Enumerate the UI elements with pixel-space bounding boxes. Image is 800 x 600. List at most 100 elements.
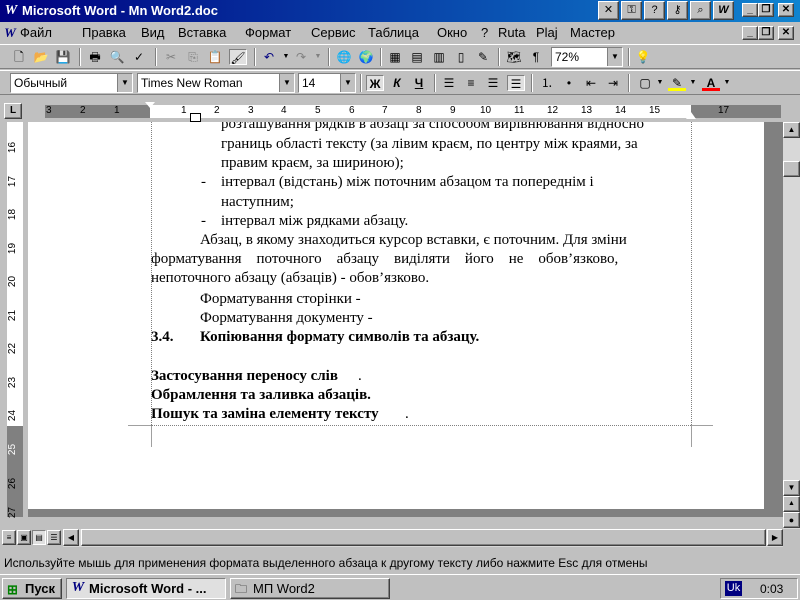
menu-tools[interactable]: Сервис bbox=[311, 25, 356, 40]
print-icon[interactable]: 🖶 bbox=[86, 49, 104, 65]
select-browse-object-icon[interactable]: ● bbox=[783, 512, 800, 528]
numbering-icon[interactable]: ⒈ bbox=[538, 75, 556, 91]
web-layout-icon[interactable]: ▣ bbox=[17, 530, 31, 545]
scroll-down-icon[interactable]: ▼ bbox=[783, 480, 800, 496]
document-page[interactable]: розташування рядків в абзаці за способом… bbox=[28, 122, 764, 509]
new-document-icon[interactable]: 🗋 bbox=[10, 49, 28, 65]
normal-view-icon[interactable]: ≡ bbox=[2, 530, 16, 545]
document-icon[interactable]: W bbox=[2, 25, 18, 41]
insert-excel-icon[interactable]: ▥ bbox=[430, 49, 448, 65]
scroll-left-icon[interactable]: ◀ bbox=[63, 529, 79, 546]
hscroll-thumb[interactable] bbox=[81, 529, 766, 546]
doc-minimize-button[interactable]: _ bbox=[742, 26, 758, 40]
menu-file[interactable]: Файл bbox=[20, 25, 52, 40]
word-icon[interactable]: W bbox=[3, 3, 19, 19]
italic-button[interactable]: К bbox=[388, 75, 406, 91]
chevron-down-icon[interactable]: ▼ bbox=[279, 74, 294, 92]
restore-button[interactable]: ❐ bbox=[758, 3, 774, 17]
close-button[interactable]: ✕ bbox=[778, 3, 794, 17]
align-center-icon[interactable]: ≡ bbox=[462, 75, 480, 91]
justify-icon[interactable]: ☰ bbox=[507, 75, 525, 91]
align-left-icon[interactable]: ☰ bbox=[440, 75, 458, 91]
clock[interactable]: 0:03 bbox=[760, 582, 783, 596]
ruler-label: 10 bbox=[480, 105, 492, 116]
save-icon[interactable]: 💾 bbox=[54, 49, 72, 65]
format-painter-icon[interactable]: 🖌 bbox=[229, 49, 247, 65]
title-bar[interactable]: W Microsoft Word - Mn Word2.doc ✕ ⚿ ? ⚷ … bbox=[0, 0, 800, 22]
document-map-icon[interactable]: 🗺 bbox=[505, 49, 523, 65]
vertical-ruler[interactable]: 16 17 18 19 20 21 22 23 24 25 26 27 bbox=[0, 122, 28, 518]
open-folder-icon[interactable]: 📂 bbox=[32, 49, 50, 65]
spelling-icon[interactable]: ✓ bbox=[130, 49, 148, 65]
copy-icon[interactable]: ⎘ bbox=[184, 49, 202, 65]
tables-borders-icon[interactable]: ▦ bbox=[386, 49, 404, 65]
font-size-select[interactable]: 14 ▼ bbox=[298, 73, 356, 93]
office-assistant-icon[interactable]: 💡 bbox=[634, 49, 652, 65]
office-icon-help[interactable]: ? bbox=[644, 1, 665, 20]
paste-icon[interactable]: 📋 bbox=[206, 49, 224, 65]
menu-plaj[interactable]: Plaj bbox=[536, 25, 558, 40]
font-color-dropdown-icon[interactable]: ▼ bbox=[718, 75, 736, 91]
tab-selector-icon[interactable]: L bbox=[4, 103, 22, 119]
first-line-indent-marker[interactable] bbox=[145, 102, 155, 108]
borders-dropdown-icon[interactable]: ▼ bbox=[651, 75, 669, 91]
minimize-button[interactable]: _ bbox=[742, 3, 758, 17]
font-select[interactable]: Times New Roman ▼ bbox=[137, 73, 295, 93]
web-toolbar-icon[interactable]: 🌍 bbox=[357, 49, 375, 65]
menu-ruta[interactable]: Ruta bbox=[498, 25, 525, 40]
menu-help[interactable]: ? bbox=[481, 25, 488, 40]
menu-table[interactable]: Таблица bbox=[368, 25, 419, 40]
bold-button[interactable]: Ж bbox=[366, 75, 384, 91]
hyperlink-icon[interactable]: 🌐 bbox=[335, 49, 353, 65]
office-icon-find[interactable]: ⌕ bbox=[690, 1, 711, 20]
show-hide-icon[interactable]: ¶ bbox=[527, 49, 545, 65]
document-area[interactable]: розташування рядків в абзаці за способом… bbox=[28, 122, 783, 517]
bullets-icon[interactable]: • bbox=[560, 75, 578, 91]
menu-window[interactable]: Окно bbox=[437, 25, 467, 40]
task-folder[interactable]: 🗀 МП Word2 bbox=[230, 578, 390, 599]
horizontal-ruler[interactable]: L 3 2 1 1 2 3 4 5 6 7 8 9 10 11 12 13 14… bbox=[0, 100, 800, 122]
doc-restore-button[interactable]: ❐ bbox=[758, 26, 774, 40]
undo-icon[interactable]: ↶ bbox=[260, 49, 278, 65]
chevron-down-icon[interactable]: ▼ bbox=[607, 48, 622, 66]
office-icon-key[interactable]: ⚷ bbox=[667, 1, 688, 20]
right-indent-marker[interactable] bbox=[686, 112, 696, 119]
chevron-down-icon[interactable]: ▼ bbox=[117, 74, 132, 92]
redo-dropdown-icon[interactable]: ▼ bbox=[309, 49, 327, 65]
menu-insert[interactable]: Вставка bbox=[178, 25, 226, 40]
office-icon-access[interactable]: ⚿ bbox=[621, 1, 642, 20]
task-word[interactable]: W Microsoft Word - ... bbox=[66, 578, 226, 599]
scrollbar-thumb[interactable] bbox=[783, 161, 800, 177]
drawing-icon[interactable]: ✎ bbox=[474, 49, 492, 65]
outline-view-icon[interactable]: ☰ bbox=[47, 530, 61, 545]
menu-edit[interactable]: Правка bbox=[82, 25, 126, 40]
vertical-scrollbar[interactable]: ▲ ▼ ▲ ● bbox=[783, 122, 800, 529]
office-icon-x[interactable]: ✕ bbox=[598, 1, 619, 20]
doc-close-button[interactable]: ✕ bbox=[778, 26, 794, 40]
chevron-down-icon[interactable]: ▼ bbox=[340, 74, 355, 92]
language-indicator[interactable]: Uk bbox=[725, 581, 742, 596]
redo-icon[interactable]: ↷ bbox=[292, 49, 310, 65]
menu-master[interactable]: Мастер bbox=[570, 25, 615, 40]
print-preview-icon[interactable]: 🔍 bbox=[108, 49, 126, 65]
scroll-up-icon[interactable]: ▲ bbox=[783, 122, 800, 138]
underline-button[interactable]: Ч bbox=[410, 75, 428, 91]
columns-icon[interactable]: ▯ bbox=[452, 49, 470, 65]
style-select[interactable]: Обычный ▼ bbox=[10, 73, 133, 93]
cut-icon[interactable]: ✂ bbox=[162, 49, 180, 65]
zoom-select[interactable]: 72% ▼ bbox=[551, 47, 623, 67]
insert-table-icon[interactable]: ▤ bbox=[408, 49, 426, 65]
highlight-dropdown-icon[interactable]: ▼ bbox=[684, 75, 702, 91]
scroll-right-icon[interactable]: ▶ bbox=[767, 529, 783, 546]
increase-indent-icon[interactable]: ⇥ bbox=[604, 75, 622, 91]
hanging-indent-marker[interactable] bbox=[190, 113, 201, 122]
start-button[interactable]: ⊞ Пуск bbox=[2, 578, 62, 599]
horizontal-scrollbar[interactable]: ◀ ▶ bbox=[63, 529, 783, 547]
menu-format[interactable]: Формат bbox=[245, 25, 291, 40]
decrease-indent-icon[interactable]: ⇤ bbox=[582, 75, 600, 91]
office-icon-word[interactable]: W bbox=[713, 1, 734, 20]
print-layout-icon[interactable]: ▤ bbox=[32, 530, 46, 545]
menu-view[interactable]: Вид bbox=[141, 25, 165, 40]
previous-page-icon[interactable]: ▲ bbox=[783, 496, 800, 512]
align-right-icon[interactable]: ☰ bbox=[484, 75, 502, 91]
